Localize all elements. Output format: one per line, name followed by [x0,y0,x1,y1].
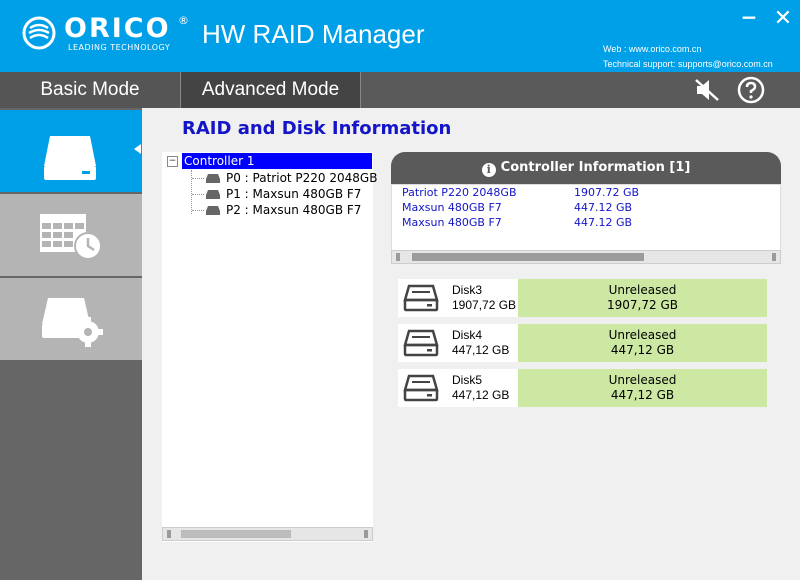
disk-status-panel: Unreleased 447,12 GB [518,369,767,407]
hard-drive-icon [403,284,439,312]
disk-status-text: Unreleased [608,283,677,297]
hard-drive-icon [44,136,96,180]
logo-tagline: LEADING TECHNOLOGY [68,43,171,52]
support-email: Technical support: supports@orico.com.cn [603,59,773,69]
disk-small-icon [206,174,220,183]
controller-disk-model: Patriot P220 2048GB [402,186,517,199]
scroll-thumb[interactable] [412,253,644,261]
collapse-toggle[interactable]: − [167,156,178,167]
tree-horizontal-scrollbar[interactable] [162,527,373,541]
tree-node-label: P0 : Patriot P220 2048GB [226,171,378,185]
controller-info-title: Controller Information [1] [500,160,691,175]
contact-info: Web : www.orico.com.cn Technical support… [603,42,773,72]
grid-clock-icon [40,214,102,260]
tree-node-controller[interactable]: Controller 1 [182,153,372,169]
tree-node-label: P2 : Maxsun 480GB F7 [226,203,362,217]
disk-size: 447,12 GB [452,343,510,357]
controller-horizontal-scrollbar[interactable] [391,250,781,264]
disk-name: Disk3 [452,283,483,297]
selected-pointer [134,144,141,154]
controller-disk-model: Maxsun 480GB F7 [402,201,502,214]
disk-name: Disk4 [452,328,483,342]
disk-card[interactable]: Disk3 1907,72 GB Unreleased 1907,72 GB [398,279,767,317]
scroll-left-arrow[interactable] [167,530,171,538]
tab-basic-mode[interactable]: Basic Mode [0,72,181,108]
disk-size: 1907,72 GB [452,298,517,312]
disk-status-size: 447,12 GB [610,388,675,402]
controller-disk-capacity: 1907.72 GB [574,186,640,199]
close-button[interactable]: ✕ [772,8,794,30]
disk-size: 447,12 GB [452,388,510,402]
tree-node-disk[interactable]: P0 : Patriot P220 2048GB [206,170,377,186]
minimize-button[interactable]: − [738,7,760,30]
disk-status-text: Unreleased [608,328,677,342]
disk-card[interactable]: Disk5 447,12 GB Unreleased 447,12 GB [398,369,767,407]
hard-drive-icon [403,329,439,357]
hard-drive-icon [403,374,439,402]
web-address: Web : www.orico.com.cn [603,44,702,54]
info-icon: i [481,163,496,177]
sidebar-item-task[interactable] [0,194,142,276]
disk-card[interactable]: Disk4 447,12 GB Unreleased 447,12 GB [398,324,767,362]
tree-connector [192,178,204,180]
logo-wordmark: ORICO [64,13,171,44]
sidebar-item-raid-info[interactable] [0,110,142,192]
disk-status-size: 447,12 GB [610,343,675,357]
controller-disk-model: Maxsun 480GB F7 [402,216,502,229]
sidebar-item-settings[interactable] [0,278,142,360]
controller-disk-capacity: 447.12 GB [574,216,633,229]
scroll-right-arrow[interactable] [772,253,776,261]
tree-node-label: Controller 1 [184,154,255,168]
tree-connector [192,210,204,212]
question-circle-icon[interactable] [736,76,766,104]
tree-connector [191,170,193,214]
scroll-right-arrow[interactable] [364,530,368,538]
tab-advanced-mode[interactable]: Advanced Mode [181,72,361,108]
disk-small-icon [206,206,220,215]
tree-connector [192,194,204,196]
speaker-muted-icon[interactable] [692,76,722,104]
disk-status-text: Unreleased [608,373,677,387]
controller-disk-capacity: 447.12 GB [574,201,633,214]
tree-node-label: P1 : Maxsun 480GB F7 [226,187,362,201]
logo-registered-mark: ® [178,14,189,27]
tree-node-disk[interactable]: P1 : Maxsun 480GB F7 [206,186,361,202]
disk-name: Disk5 [452,373,483,387]
disk-status-size: 1907,72 GB [607,298,678,312]
drive-gear-icon [42,298,103,347]
app-title: HW RAID Manager [202,19,425,49]
disk-status-panel: Unreleased 447,12 GB [518,324,767,362]
scroll-left-arrow[interactable] [396,253,400,261]
controller-info-header: i Controller Information [1] [391,152,781,184]
disk-status-panel: Unreleased 1907,72 GB [518,279,767,317]
disk-small-icon [206,190,220,199]
scroll-thumb[interactable] [181,530,291,538]
tree-node-disk[interactable]: P2 : Maxsun 480GB F7 [206,202,361,218]
orico-logo-icon [22,16,56,50]
page-title: RAID and Disk Information [182,118,452,139]
